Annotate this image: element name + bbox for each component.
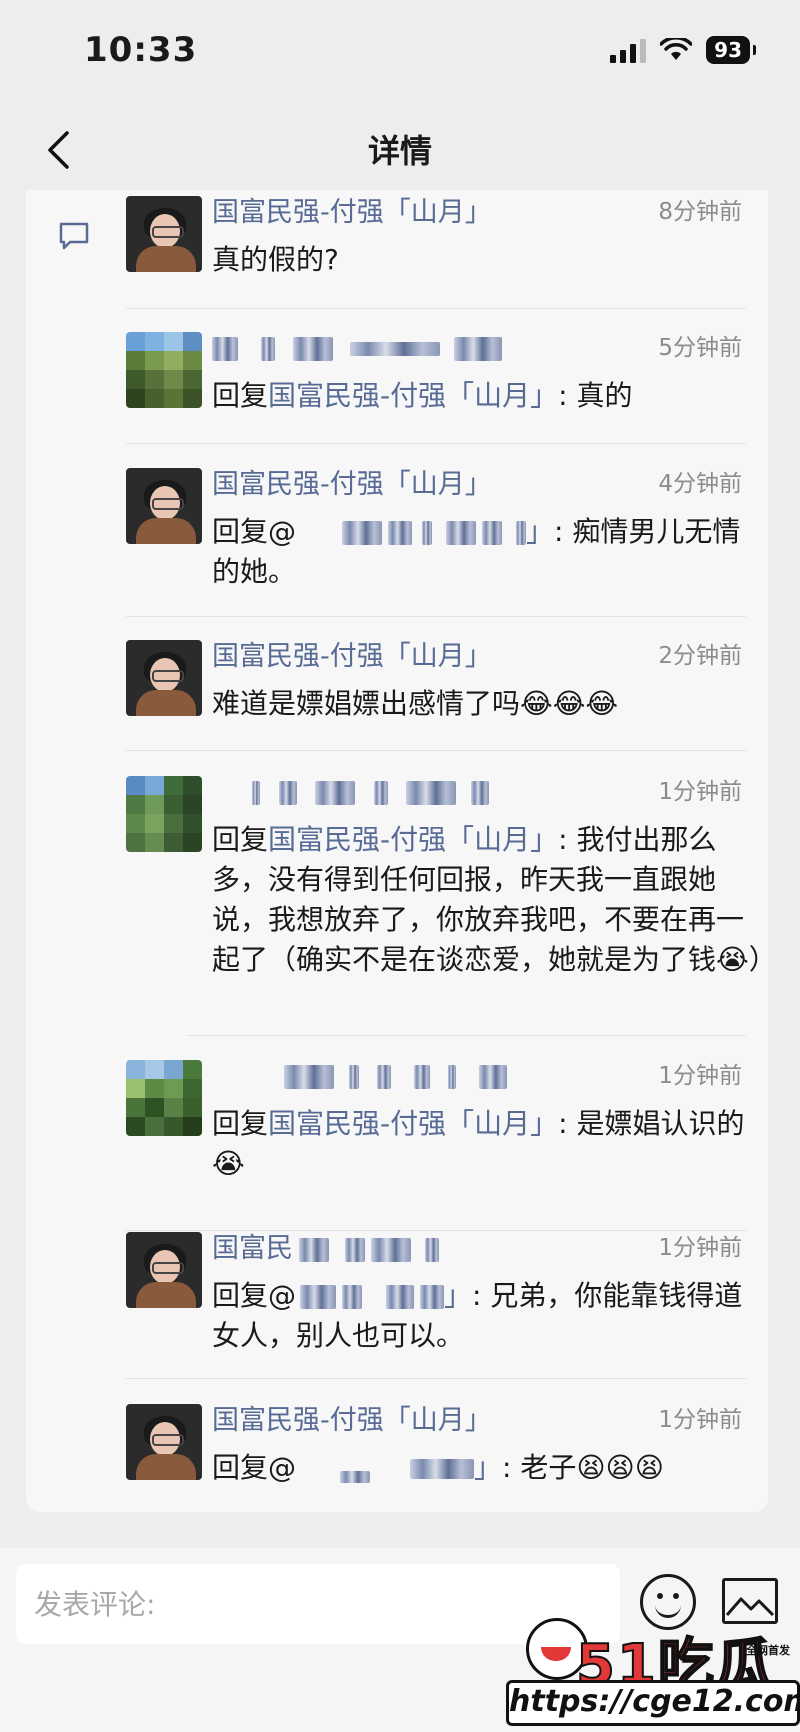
- comment-time: 1分钟前: [658, 1063, 742, 1089]
- avatar[interactable]: [126, 776, 202, 852]
- comment-time: 1分钟前: [658, 779, 742, 805]
- avatar[interactable]: [126, 332, 202, 408]
- commenter-name-redacted[interactable]: [212, 1060, 507, 1091]
- commenter-name[interactable]: 国富民强-付强「山月」: [212, 190, 492, 229]
- divider: [126, 1378, 746, 1379]
- avatar[interactable]: [126, 196, 202, 272]
- emoji-icon: [657, 1593, 663, 1599]
- comment-text: 回复@」: 痴情男儿无情的她。: [212, 515, 741, 588]
- reply-mention[interactable]: 国富民强-付强「山月」: [268, 1107, 558, 1140]
- comment-time: 8分钟前: [658, 199, 742, 225]
- comment-text: 回复@」: 兄弟，你能靠钱得道女人，别人也可以。: [212, 1279, 743, 1352]
- comment-time: 1分钟前: [658, 1407, 742, 1433]
- reply-mention[interactable]: 回复@」: [212, 1279, 472, 1312]
- commenter-name[interactable]: 国富民: [212, 1226, 439, 1265]
- divider: [186, 1035, 746, 1036]
- comment-text: 真的假的?: [212, 243, 339, 276]
- divider: [126, 443, 746, 444]
- divider: [126, 616, 746, 617]
- comment-text: 回复国富民强-付强「山月」: 我付出那么多，没有得到任何回报，昨天我一直跟她说，…: [212, 823, 768, 976]
- divider: [126, 308, 746, 309]
- comment-text: 回复国富民强-付强「山月」: 真的: [212, 379, 633, 412]
- reply-mention[interactable]: 国富民强-付强「山月」: [268, 823, 558, 856]
- status-time: 10:33: [84, 30, 198, 70]
- watermark-url: https://cge12.com: [506, 1680, 800, 1726]
- page-title: 详情: [367, 132, 432, 170]
- reply-mention[interactable]: 国富民强-付强「山月」: [268, 379, 558, 412]
- avatar[interactable]: [126, 468, 202, 544]
- image-icon: [725, 1597, 775, 1617]
- comment-time: 4分钟前: [658, 471, 742, 497]
- reply-mention[interactable]: 回复@」: [212, 515, 554, 548]
- watermark: 51吃瓜 全网首发 https://cge12.com: [506, 1616, 800, 1726]
- comments-panel: 国富民强-付强「山月」 8分钟前 真的假的? 5分钟前 回复国富民强-付强「山月…: [26, 190, 768, 1512]
- status-bar: 10:33 93: [0, 0, 800, 110]
- comment-text: 回复@」: 老子😫😫😫: [212, 1451, 664, 1484]
- avatar[interactable]: [126, 1232, 202, 1308]
- nav-bar: 详情: [0, 110, 800, 190]
- divider: [126, 750, 746, 751]
- commenter-name-redacted[interactable]: [212, 776, 489, 807]
- commenter-name-redacted[interactable]: [212, 332, 503, 363]
- commenter-name[interactable]: 国富民强-付强「山月」: [212, 462, 492, 501]
- avatar[interactable]: [126, 640, 202, 716]
- watermark-tag: 全网首发: [746, 1644, 790, 1657]
- comment-icon: [59, 222, 89, 250]
- avatar[interactable]: [126, 1060, 202, 1136]
- comment-time: 5分钟前: [658, 335, 742, 361]
- reply-mention[interactable]: 回复@」: [212, 1451, 502, 1484]
- status-icons: 93: [610, 36, 756, 64]
- commenter-name[interactable]: 国富民强-付强「山月」: [212, 634, 492, 673]
- commenter-name[interactable]: 国富民强-付强「山月」: [212, 1398, 492, 1437]
- comment-time: 2分钟前: [658, 643, 742, 669]
- wifi-icon: [660, 38, 693, 60]
- battery-indicator: 93: [706, 36, 756, 64]
- comment-text: 难道是嫖娼嫖出感情了吗😂😂😂: [212, 687, 619, 720]
- avatar[interactable]: [126, 1404, 202, 1480]
- comment-time: 1分钟前: [658, 1235, 742, 1261]
- signal-icon: [610, 37, 647, 63]
- comment-text: 回复国富民强-付强「山月」: 是嫖娼认识的😭: [212, 1107, 745, 1180]
